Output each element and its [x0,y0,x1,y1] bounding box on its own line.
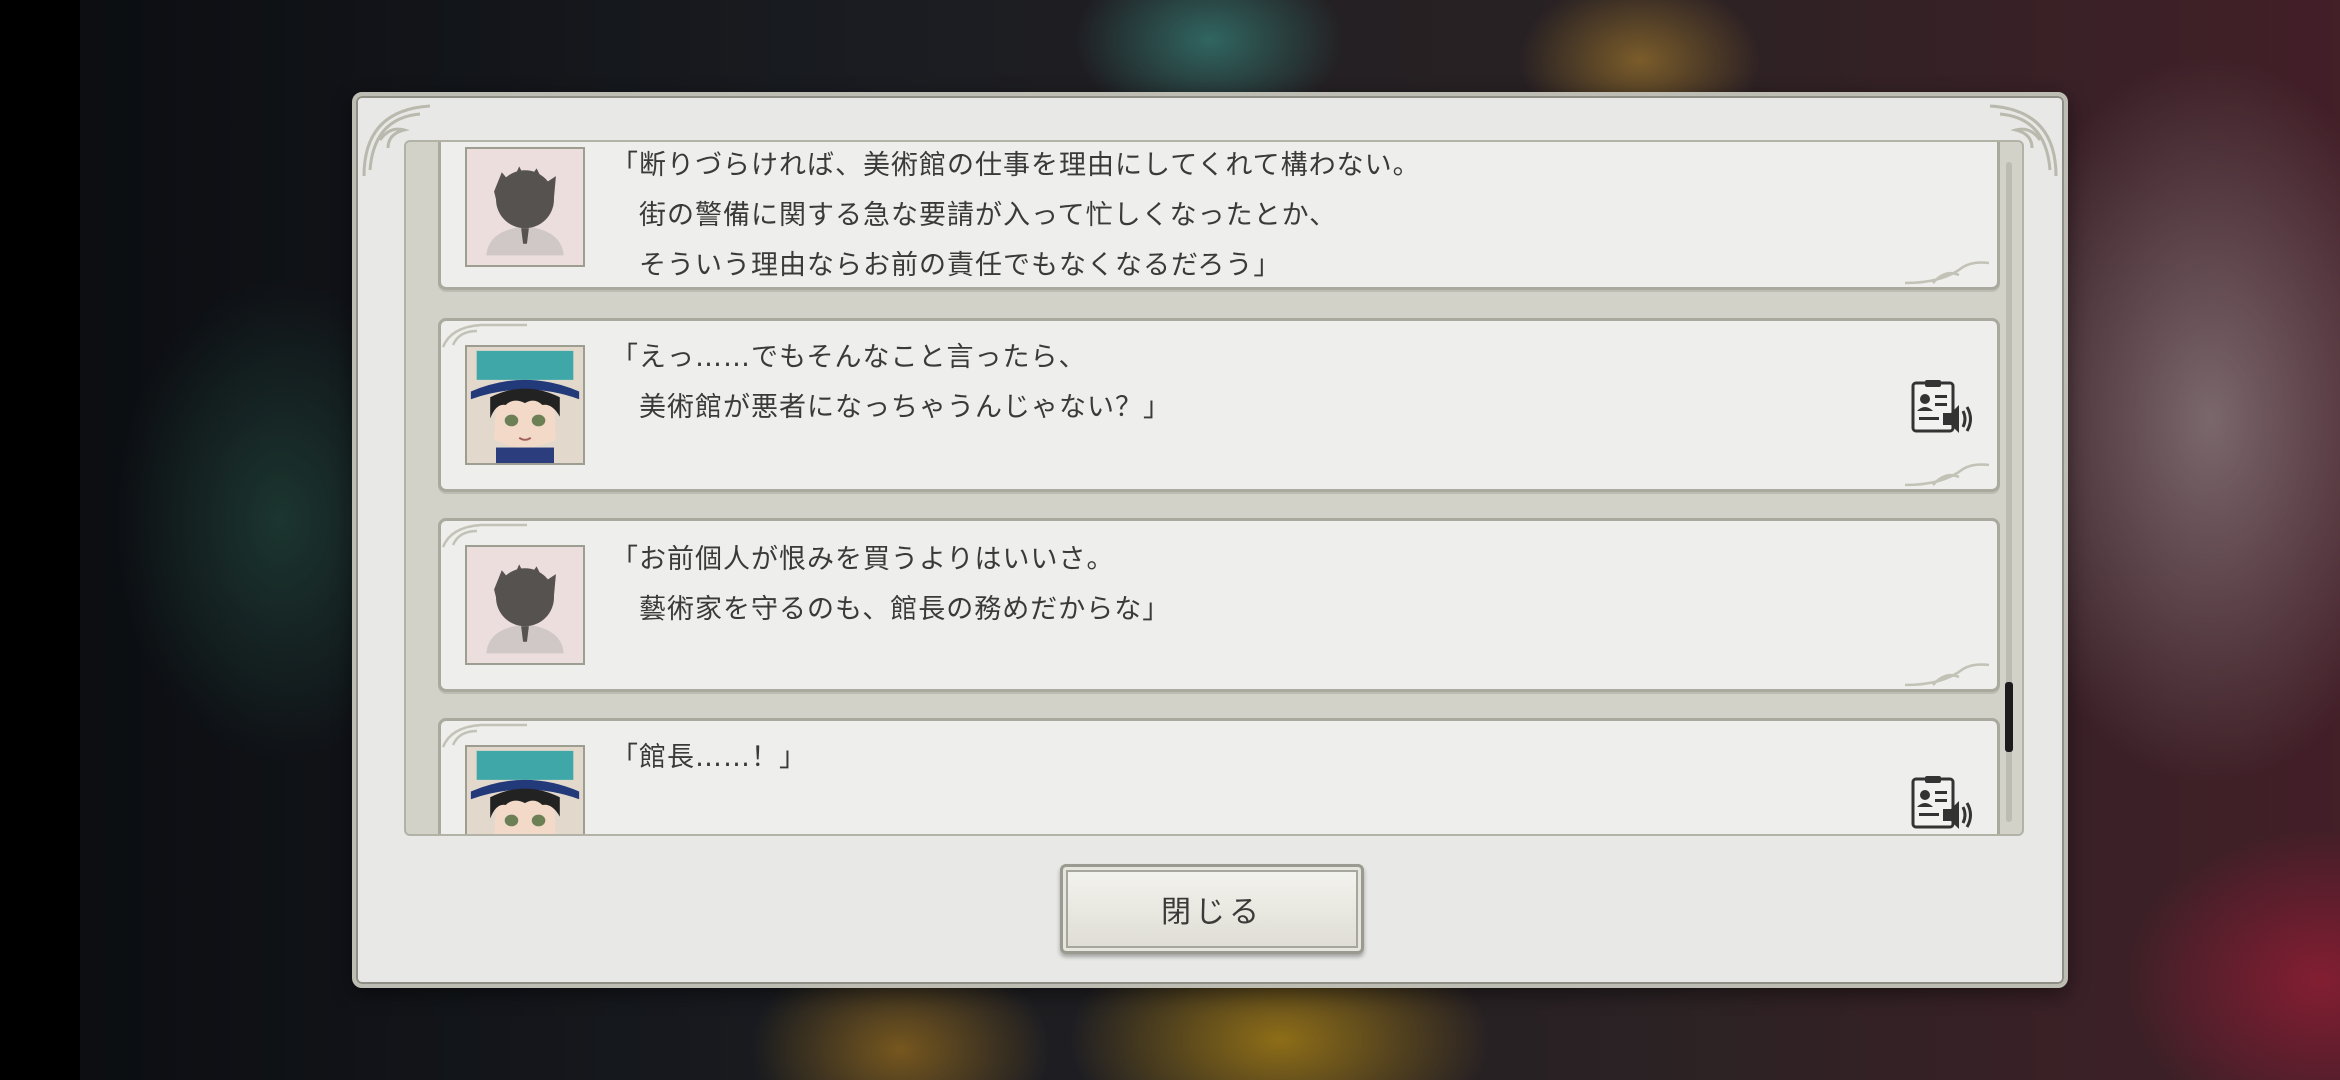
dialogue-text: 「えっ……でもそんなこと言ったら、 美術館が悪者になっちゃうんじゃない？」 [611,333,1171,433]
dialogue-text: 「館長……！」 [611,733,807,783]
dialogue-line: 「お前個人が恨みを買うよりはいいさ。 [611,544,1115,575]
character-portrait-icon [467,347,583,463]
dialogue-line: 街の警備に関する急な要請が入って忙しくなったとか、 [611,200,1338,231]
unknown-speaker-silhouette-icon [467,149,583,265]
flourish-ornament-icon [1903,659,1993,689]
dialogue-line: 「館長……！」 [611,742,807,773]
flourish-ornament-icon [1903,257,1993,287]
voice-replay-icon [1911,380,1972,433]
voice-replay-button[interactable] [1909,379,1973,435]
close-button-label: 閉じる [1161,895,1263,930]
backlog-dialog: 「断りづらければ、美術館の仕事を理由にしてくれて構わない。 街の警備に関する急な… [352,92,2068,988]
dialogue-line: 「えっ……でもそんなこと言ったら、 [611,342,1087,373]
character-portrait-icon [467,747,583,834]
unknown-speaker-silhouette-icon [467,547,583,663]
scrollbar-thumb[interactable] [2005,682,2013,752]
log-entry: 「断りづらければ、美術館の仕事を理由にしてくれて構わない。 街の警備に関する急な… [438,142,2000,291]
dialogue-line: そういう理由ならお前の責任でもなくなるだろう」 [611,250,1282,281]
voice-replay-button[interactable] [1909,775,1973,831]
backlog-scroll-area[interactable]: 「断りづらければ、美術館の仕事を理由にしてくれて構わない。 街の警備に関する急な… [404,140,2024,836]
log-entry: 「お前個人が恨みを買うよりはいいさ。 藝術家を守るのも、館長の務めだからな」 [438,518,2000,692]
flourish-ornament-icon [1903,459,1993,489]
dialogue-line: 美術館が悪者になっちゃうんじゃない？」 [611,392,1171,423]
dialogue-line: 藝術家を守るのも、館長の務めだからな」 [611,594,1171,625]
speaker-portrait-character [465,345,585,465]
dialogue-text: 「お前個人が恨みを買うよりはいいさ。 藝術家を守るのも、館長の務めだからな」 [611,535,1170,635]
speaker-portrait-character [465,745,585,834]
dialogue-text: 「断りづらければ、美術館の仕事を理由にしてくれて構わない。 街の警備に関する急な… [611,142,1421,291]
log-entry: 「館長……！」 [438,718,2000,834]
scrollbar-track[interactable] [2005,162,2013,822]
dialogue-line: 「断りづらければ、美術館の仕事を理由にしてくれて構わない。 [611,150,1421,181]
speaker-portrait-silhouette [465,545,585,665]
log-entry: 「えっ……でもそんなこと言ったら、 美術館が悪者になっちゃうんじゃない？」 [438,318,2000,492]
speaker-portrait-silhouette [465,147,585,267]
close-button[interactable]: 閉じる [1060,864,1364,954]
voice-replay-icon [1911,776,1972,829]
